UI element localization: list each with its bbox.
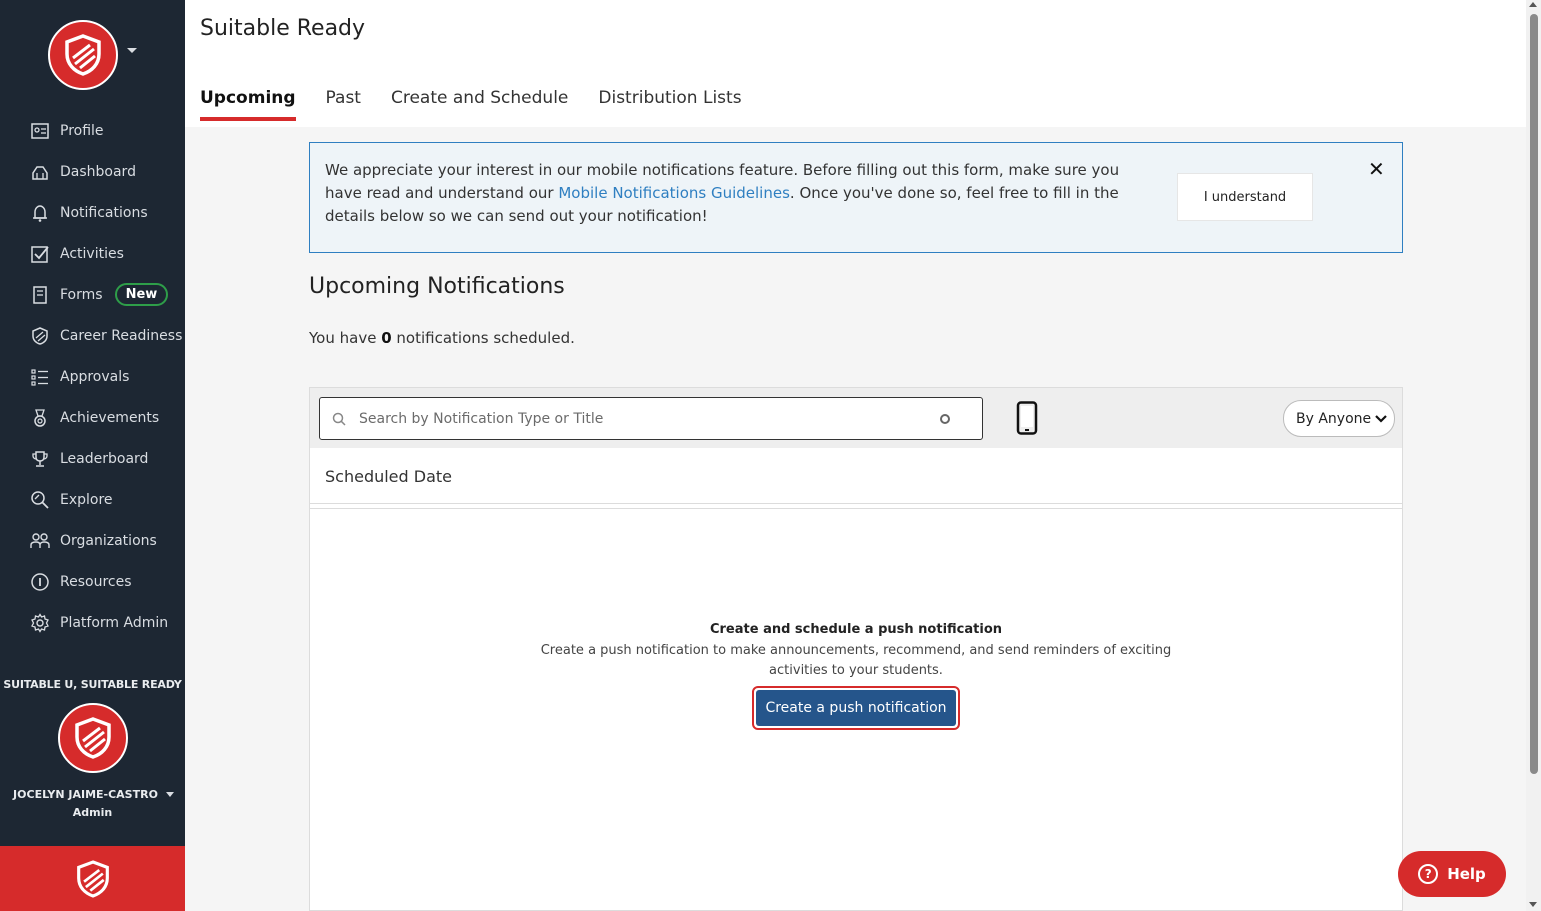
tab-past[interactable]: Past — [326, 88, 361, 121]
profile-card-icon — [30, 121, 50, 141]
sidebar: Profile Dashboard Notifications Activities F… — [0, 0, 185, 911]
sidebar-item-career-readiness[interactable]: Career Readiness — [0, 315, 185, 356]
shield-logo-icon — [76, 859, 109, 898]
sidebar-item-label: Explore — [60, 491, 113, 508]
guidelines-link[interactable]: Mobile Notifications Guidelines — [558, 184, 790, 202]
divider — [310, 508, 1402, 509]
scheduled-count: 0 — [381, 329, 392, 347]
sidebar-item-label: Leaderboard — [60, 450, 149, 467]
sidebar-item-label: Notifications — [60, 204, 148, 221]
page-scrollbar[interactable] — [1526, 0, 1541, 911]
explore-icon — [30, 490, 50, 510]
new-badge: New — [114, 283, 169, 306]
sidebar-item-leaderboard[interactable]: Leaderboard — [0, 438, 185, 479]
sidebar-item-profile[interactable]: Profile — [0, 110, 185, 151]
list-check-icon — [30, 367, 50, 387]
help-label: Help — [1447, 865, 1486, 883]
sidebar-item-organizations[interactable]: Organizations — [0, 520, 185, 561]
shield-icon — [30, 326, 50, 346]
count-suffix: notifications scheduled. — [391, 329, 575, 347]
help-button[interactable]: ? Help — [1398, 851, 1506, 897]
sidebar-item-label: Achievements — [60, 409, 160, 426]
sidebar-item-label: Forms — [60, 286, 103, 303]
search-box[interactable] — [319, 397, 983, 440]
section-title: Upcoming Notifications — [309, 274, 565, 299]
chevron-down-icon — [1375, 414, 1387, 423]
scroll-down-arrow-icon[interactable] — [1529, 902, 1537, 907]
people-icon — [30, 531, 50, 551]
user-role: Admin — [72, 806, 113, 819]
trophy-icon — [30, 449, 50, 469]
search-icon — [332, 412, 346, 426]
tab-bar: Upcoming Past Create and Schedule Distri… — [200, 88, 772, 121]
sidebar-item-activities[interactable]: Activities — [0, 233, 185, 274]
question-circle-icon: ? — [1418, 864, 1439, 884]
panel-toolbar: By Anyone — [310, 388, 1402, 448]
sidebar-item-label: Organizations — [60, 532, 157, 549]
column-header-scheduled-date[interactable]: Scheduled Date — [310, 449, 1402, 504]
tab-upcoming[interactable]: Upcoming — [200, 88, 296, 121]
empty-state-title: Create and schedule a push notification — [709, 622, 1003, 637]
form-icon — [30, 285, 50, 305]
sidebar-item-achievements[interactable]: Achievements — [0, 397, 185, 438]
checkbox-icon — [30, 244, 50, 264]
sidebar-item-label: Dashboard — [60, 163, 136, 180]
org-label: SUITABLE U, SUITABLE READY — [3, 678, 182, 691]
scrollbar-thumb[interactable] — [1530, 14, 1538, 774]
guidelines-notice: We appreciate your interest in our mobil… — [309, 142, 1403, 253]
gear-icon — [30, 612, 50, 633]
info-circle-icon — [30, 572, 50, 592]
create-button-focus-ring: Create a push notification — [752, 686, 960, 730]
sidebar-item-explore[interactable]: Explore — [0, 479, 185, 520]
scheduled-count-text: You have 0 notifications scheduled. — [309, 329, 575, 347]
org-logo[interactable] — [48, 20, 118, 90]
close-icon[interactable]: ✕ — [1368, 157, 1385, 181]
sidebar-item-notifications[interactable]: Notifications — [0, 192, 185, 233]
author-filter-select[interactable]: By Anyone — [1283, 400, 1395, 437]
sidebar-item-label: Resources — [60, 573, 132, 590]
page-header: Suitable Ready Upcoming Past Create and … — [185, 0, 1526, 127]
sidebar-item-platform-admin[interactable]: Platform Admin — [0, 602, 185, 643]
shield-logo-icon — [65, 34, 101, 76]
scroll-up-arrow-icon[interactable] — [1529, 2, 1537, 7]
sidebar-nav: Profile Dashboard Notifications Activities F… — [0, 110, 185, 643]
user-menu-caret-icon[interactable] — [166, 792, 174, 797]
dashboard-icon — [30, 162, 50, 182]
search-input[interactable] — [359, 410, 929, 427]
notice-text: We appreciate your interest in our mobil… — [325, 159, 1135, 228]
count-prefix: You have — [309, 329, 382, 347]
sidebar-item-approvals[interactable]: Approvals — [0, 356, 185, 397]
tab-distribution-lists[interactable]: Distribution Lists — [598, 88, 741, 121]
page-title: Suitable Ready — [200, 16, 366, 41]
tab-create-and-schedule[interactable]: Create and Schedule — [391, 88, 568, 121]
medal-icon — [30, 408, 50, 428]
sidebar-item-label: Activities — [60, 245, 124, 262]
sidebar-item-label: Approvals — [60, 368, 130, 385]
i-understand-button[interactable]: I understand — [1177, 173, 1313, 221]
mobile-phone-icon[interactable] — [1016, 401, 1038, 435]
sidebar-item-label: Platform Admin — [60, 614, 169, 631]
user-name[interactable]: JOCELYN JAIME-CASTRO — [0, 788, 185, 801]
author-filter-label: By Anyone — [1296, 410, 1372, 427]
bell-icon — [30, 203, 50, 223]
sidebar-item-forms[interactable]: Forms New — [0, 274, 185, 315]
create-push-notification-button[interactable]: Create a push notification — [756, 690, 956, 726]
org-switch-caret-icon[interactable] — [127, 48, 137, 53]
sidebar-item-resources[interactable]: Resources — [0, 561, 185, 602]
clear-search-icon[interactable] — [940, 414, 950, 424]
sidebar-item-label: Profile — [60, 122, 104, 139]
empty-state-description: Create a push notification to make annou… — [540, 643, 1172, 678]
org-logo-secondary — [58, 703, 128, 773]
shield-logo-icon — [75, 717, 111, 759]
sidebar-footer[interactable] — [0, 846, 185, 911]
notifications-panel: By Anyone Scheduled Date Create and sche… — [309, 387, 1403, 911]
sidebar-item-dashboard[interactable]: Dashboard — [0, 151, 185, 192]
sidebar-item-label: Career Readiness — [60, 327, 183, 344]
